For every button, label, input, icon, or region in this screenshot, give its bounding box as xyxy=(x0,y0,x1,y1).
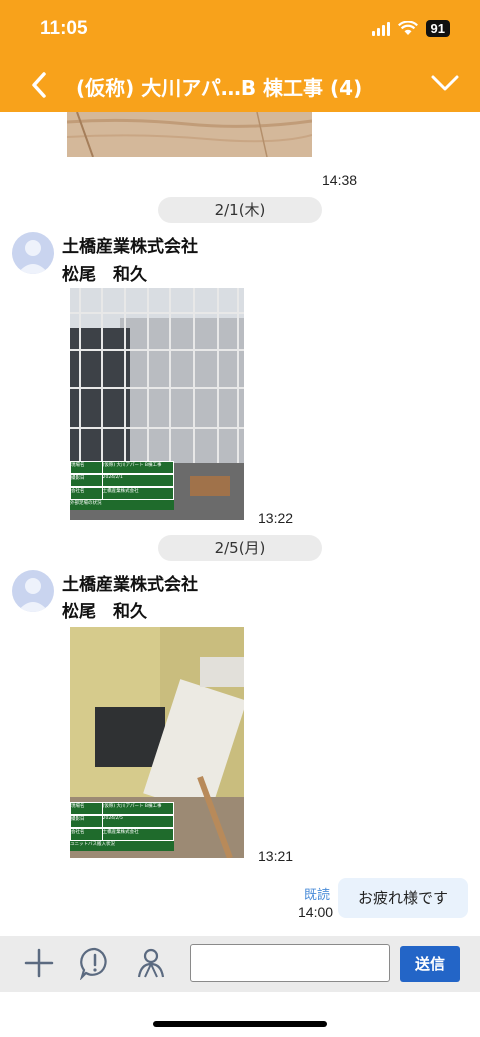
chevron-down-icon[interactable] xyxy=(430,72,460,94)
read-receipt: 既読 xyxy=(304,888,331,903)
construction-board: 現場名 (仮称) 大川アパート B棟工事 撮影日 2024/2/1 会社名 土橋… xyxy=(70,461,174,510)
sender-company: 土橋産業株式会社 xyxy=(62,575,198,595)
person-icon[interactable] xyxy=(134,946,168,980)
wifi-icon xyxy=(397,21,418,35)
photo-message[interactable]: 現場名 (仮称) 大川アパート B棟工事 撮影日 2024/2/5 会社名 土橋… xyxy=(70,627,244,858)
message-time: 13:21 xyxy=(258,848,294,864)
back-chevron-icon[interactable] xyxy=(30,70,48,100)
sender-company: 土橋産業株式会社 xyxy=(62,237,198,257)
date-separator: 2/5(月) xyxy=(158,535,322,561)
avatar[interactable] xyxy=(12,232,54,274)
message-time: 13:22 xyxy=(258,510,294,526)
alert-bubble-icon[interactable] xyxy=(78,946,112,980)
wood-floor-photo xyxy=(67,112,312,157)
battery-indicator: 91 xyxy=(425,20,450,37)
nav-bar: (仮称) 大川アパ…B 棟工事 (4) xyxy=(0,62,480,108)
user-silhouette-icon xyxy=(17,578,49,612)
app-header: 11:05 91 (仮称) 大川アパ…B 棟工事 (4) xyxy=(0,0,480,112)
chat-title: (仮称) 大川アパ…B 棟工事 (4) xyxy=(76,76,363,100)
composer-bar: 送信 xyxy=(0,936,480,992)
photo-message[interactable] xyxy=(67,112,312,157)
user-silhouette-icon xyxy=(17,240,49,274)
message-bubble: お疲れ様です xyxy=(338,878,468,918)
signal-icon xyxy=(371,21,390,36)
sender-name: 松尾 和久 xyxy=(62,602,147,622)
send-button[interactable]: 送信 xyxy=(400,946,460,982)
message-time: 14:38 xyxy=(322,172,358,188)
construction-board: 現場名 (仮称) 大川アパート B棟工事 撮影日 2024/2/5 会社名 土橋… xyxy=(70,802,174,851)
message-time: 14:00 xyxy=(298,904,334,920)
plus-icon[interactable] xyxy=(22,946,56,980)
home-indicator[interactable] xyxy=(153,1021,327,1027)
status-icons: 91 xyxy=(371,20,450,37)
status-time: 11:05 xyxy=(40,18,88,39)
avatar[interactable] xyxy=(12,570,54,612)
date-separator: 2/1(木) xyxy=(158,197,322,223)
sender-name: 松尾 和久 xyxy=(62,265,147,285)
message-input[interactable] xyxy=(190,944,390,982)
photo-message[interactable]: 現場名 (仮称) 大川アパート B棟工事 撮影日 2024/2/1 会社名 土橋… xyxy=(70,288,244,520)
